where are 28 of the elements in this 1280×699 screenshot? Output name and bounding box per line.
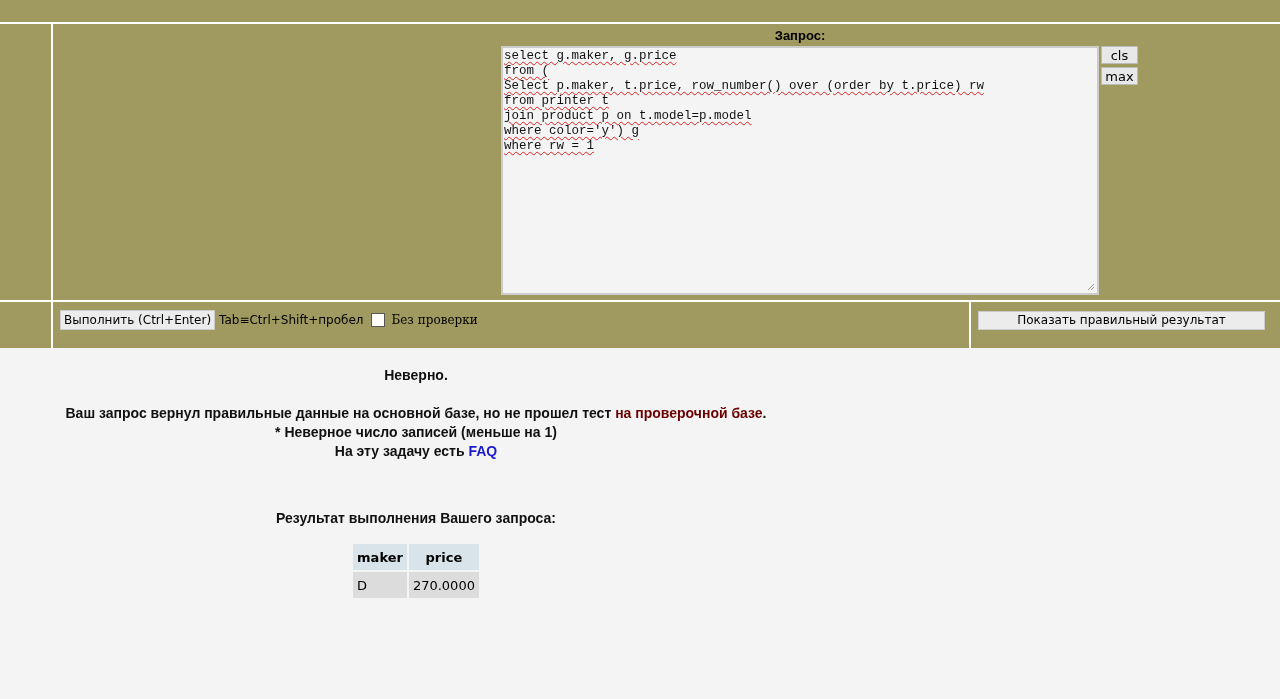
code-line: where color='y') g (504, 124, 641, 139)
query-editor[interactable]: select g.maker, g.price from ( Select p.maker, t.price, row_number() over (order by t.price) rw from printer t join product p on t.model=p.model where color='y') g where rw = 1 (501, 46, 1099, 295)
verdict-text: Неверно. (384, 366, 448, 385)
message-text: Ваш запрос вернул правильные данные на основной базе, но не прошел тест на проверочной базе. (65, 404, 767, 423)
show-result-button[interactable]: Показать правильный результат (978, 310, 1265, 330)
check-database-link[interactable]: на проверочной базе (615, 405, 763, 421)
run-button[interactable]: Выполнить (Ctrl+Enter) (60, 310, 216, 330)
checkbox[interactable] (371, 313, 386, 327)
code-line: where rw = 1 (504, 139, 595, 154)
error-detail: * Неверное число записей (меньше на 1) (275, 423, 557, 442)
column-header: maker (353, 544, 407, 570)
code-line: Select p.maker, t.price, row_number() over (order by t.price) rw (504, 79, 986, 94)
column-header: price (408, 544, 479, 570)
table-cell: D (353, 572, 407, 598)
shortcut-hint: Tab≡Ctrl+Shift+пробел (219, 312, 364, 329)
checkbox-label: Без проверки (391, 312, 478, 329)
editor-button[interactable]: cls (1101, 46, 1138, 64)
resize-grip-icon[interactable] (1087, 283, 1095, 291)
table-cell: 270.0000 (408, 572, 479, 598)
code-line: from ( (504, 64, 550, 79)
query-label: Запрос: (773, 28, 827, 43)
code-line: from printer t (504, 94, 611, 109)
faq-text: На эту задачу есть FAQ (334, 442, 498, 461)
result-title: Результат выполнения Вашего запроса: (276, 509, 556, 528)
code-line: select g.maker, g.price (504, 49, 678, 64)
faq-link[interactable]: FAQ (468, 443, 498, 459)
editor-button[interactable]: max (1101, 67, 1138, 85)
code-line: join product p on t.model=p.model (504, 109, 753, 124)
